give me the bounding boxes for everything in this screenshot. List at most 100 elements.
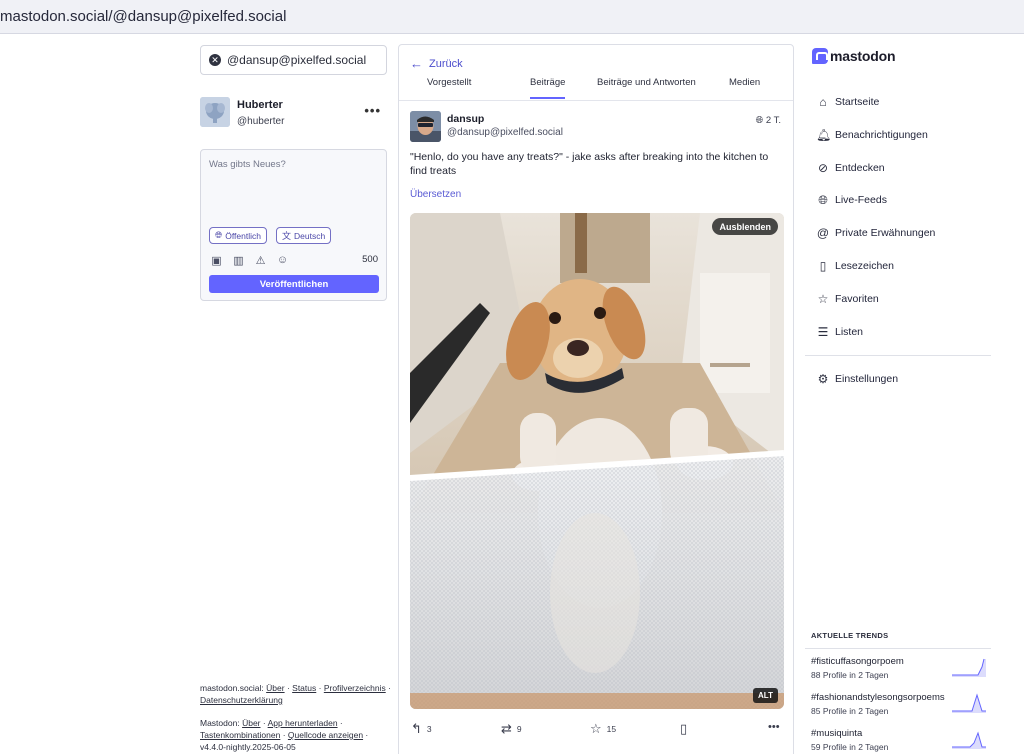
bookmark-icon: ▯	[819, 259, 827, 273]
at-icon: @	[816, 226, 830, 240]
bookmark-button[interactable]: ▯	[680, 721, 692, 737]
tab-media[interactable]: Medien	[729, 77, 760, 99]
nav-item-explore[interactable]: ⊘ Entdecken	[816, 160, 885, 176]
nav-item-notifications[interactable]: 🔔︎ Benachrichtigungen	[816, 127, 928, 143]
keyboard-shortcuts-link[interactable]: Tastenkombinationen	[200, 730, 280, 740]
nav-label: Entdecken	[835, 162, 885, 174]
nav-label: Favoriten	[835, 293, 879, 305]
profile-column: ← Zurück Vorgestellt Beiträge Beiträge u…	[398, 44, 794, 754]
globe-icon: 🌐︎	[755, 115, 764, 126]
more-options-icon[interactable]: •••	[364, 103, 381, 118]
search-input[interactable]: ✕ @dansup@pixelfed.social	[200, 45, 387, 75]
trend-usage: 88 Profile in 2 Tagen	[811, 670, 889, 680]
post-media-image[interactable]: Ausblenden ALT	[410, 213, 784, 709]
privacy-link[interactable]: Datenschutzerklärung	[200, 695, 283, 705]
trend-sparkline	[952, 731, 986, 749]
avatar[interactable]	[200, 97, 230, 127]
nav-item-settings[interactable]: ⚙ Einstellungen	[816, 371, 898, 387]
globe-icon: 🌐︎	[215, 230, 223, 240]
boost-button[interactable]: ⇄ 9	[501, 721, 522, 737]
tab-featured[interactable]: Vorgestellt	[427, 77, 471, 99]
search-value: @dansup@pixelfed.social	[227, 53, 367, 67]
poll-icon[interactable]: ▥	[232, 254, 245, 267]
profile-tabs: Vorgestellt Beiträge Beiträge und Antwor…	[399, 77, 793, 101]
about-link[interactable]: Über	[266, 683, 284, 693]
content-warning-icon[interactable]: ⚠	[254, 254, 267, 267]
translate-icon: 文	[282, 231, 292, 241]
browser-address-bar[interactable]: mastodon.social/@dansup@pixelfed.social	[0, 0, 1024, 34]
compose-toolbar: ▣ ▥ ⚠ ☺	[210, 253, 289, 267]
back-button[interactable]: ← Zurück	[410, 56, 463, 71]
trend-item[interactable]: #fashionandstylesongsorpoems 85 Profile …	[811, 692, 991, 718]
language-button[interactable]: 文 Deutsch	[276, 227, 332, 244]
app-name: Mastodon	[200, 718, 238, 728]
media-upload-icon[interactable]: ▣	[210, 254, 223, 267]
tab-posts-and-replies[interactable]: Beiträge und Antworten	[597, 77, 696, 99]
nav-item-favourites[interactable]: ☆ Favoriten	[816, 291, 879, 307]
nav-item-home[interactable]: ⌂ Startseite	[816, 94, 879, 110]
bookmark-icon: ▯	[680, 721, 688, 736]
server-name: mastodon.social	[200, 683, 262, 693]
visibility-button[interactable]: 🌐︎ Öffentlich	[209, 227, 267, 244]
brand-name: mastodon	[830, 48, 896, 64]
trend-tag[interactable]: #musiquinta	[811, 728, 862, 739]
account-display-name[interactable]: Huberter	[237, 99, 283, 111]
nav-label: Listen	[835, 326, 864, 338]
alt-text-badge[interactable]: ALT	[753, 688, 778, 703]
nav-item-lists[interactable]: ☰ Listen	[816, 324, 863, 340]
nav-item-live-feeds[interactable]: 🌐︎ Live-Feeds	[816, 192, 887, 208]
post-timestamp[interactable]: 🌐︎ 2 T.	[756, 115, 781, 126]
nav-label: Live-Feeds	[835, 194, 887, 206]
trend-item[interactable]: #musiquinta 59 Profile in 2 Tagen	[811, 728, 991, 754]
trend-sparkline	[952, 693, 986, 713]
post-author-handle[interactable]: @dansup@pixelfed.social	[447, 127, 563, 138]
clear-search-icon[interactable]: ✕	[209, 54, 221, 66]
nav-divider	[805, 355, 991, 356]
hide-media-button[interactable]: Ausblenden	[712, 218, 778, 235]
reply-icon: ↰	[411, 721, 422, 736]
version-text: v4.4.0-nightly.2025-06-05	[200, 742, 296, 752]
nav-item-private-mentions[interactable]: @ Private Erwähnungen	[816, 225, 936, 241]
url-text[interactable]: mastodon.social/@dansup@pixelfed.social	[0, 8, 286, 25]
post-action-bar: ↰ 3 ⇄ 9 ☆ 15 ▯ •••	[399, 721, 793, 741]
nav-item-bookmarks[interactable]: ▯ Lesezeichen	[816, 258, 894, 274]
source-code-link[interactable]: Quellcode anzeigen	[288, 730, 363, 740]
trend-tag[interactable]: #fashionandstylesongsorpoems	[811, 692, 945, 703]
post-author-avatar[interactable]	[410, 111, 441, 142]
list-icon: ☰	[817, 325, 829, 339]
status-link[interactable]: Status	[292, 683, 316, 693]
compose-textarea[interactable]: Was gibts Neues?	[209, 159, 286, 170]
profile-directory-link[interactable]: Profilverzeichnis	[324, 683, 386, 693]
back-label: Zurück	[429, 57, 463, 70]
star-icon: ☆	[590, 721, 602, 736]
nav-label: Einstellungen	[835, 373, 899, 385]
language-label: Deutsch	[294, 230, 326, 241]
gear-icon: ⚙	[817, 372, 829, 386]
favourite-button[interactable]: ☆ 15	[590, 721, 616, 737]
account-handle: @huberter	[237, 116, 285, 127]
dog-photo	[410, 213, 784, 709]
translate-button[interactable]: Übersetzen	[410, 189, 461, 200]
post-author-name[interactable]: dansup	[447, 113, 484, 125]
emoji-icon[interactable]: ☺	[276, 254, 289, 266]
boost-count: 9	[516, 724, 522, 734]
publish-button[interactable]: Veröffentlichen	[209, 275, 379, 293]
current-account: Huberter @huberter •••	[200, 97, 387, 129]
trend-tag[interactable]: #fisticuffasongorpoem	[811, 656, 904, 667]
app-about-link[interactable]: Über	[242, 718, 260, 728]
bell-icon: 🔔︎	[816, 128, 832, 142]
download-app-link[interactable]: App herunterladen	[268, 718, 338, 728]
tab-posts[interactable]: Beiträge	[530, 77, 566, 99]
post-content: "Henlo, do you have any treats?" - jake …	[410, 151, 769, 177]
reply-count: 3	[426, 724, 432, 734]
more-actions-button[interactable]: •••	[768, 721, 785, 733]
nav-label: Startseite	[835, 96, 880, 108]
app-footer: Mastodon: Über · App herunterladen · Tas…	[200, 718, 369, 752]
reply-button[interactable]: ↰ 3	[411, 721, 432, 737]
nav-label: Private Erwähnungen	[835, 227, 936, 239]
trend-usage: 85 Profile in 2 Tagen	[811, 706, 889, 716]
mastodon-logo[interactable]: mastodon	[812, 48, 895, 64]
trend-sparkline	[952, 658, 986, 677]
trend-item[interactable]: #fisticuffasongorpoem 88 Profile in 2 Ta…	[811, 656, 991, 682]
trends-heading: AKTUELLE TRENDS	[811, 631, 889, 640]
